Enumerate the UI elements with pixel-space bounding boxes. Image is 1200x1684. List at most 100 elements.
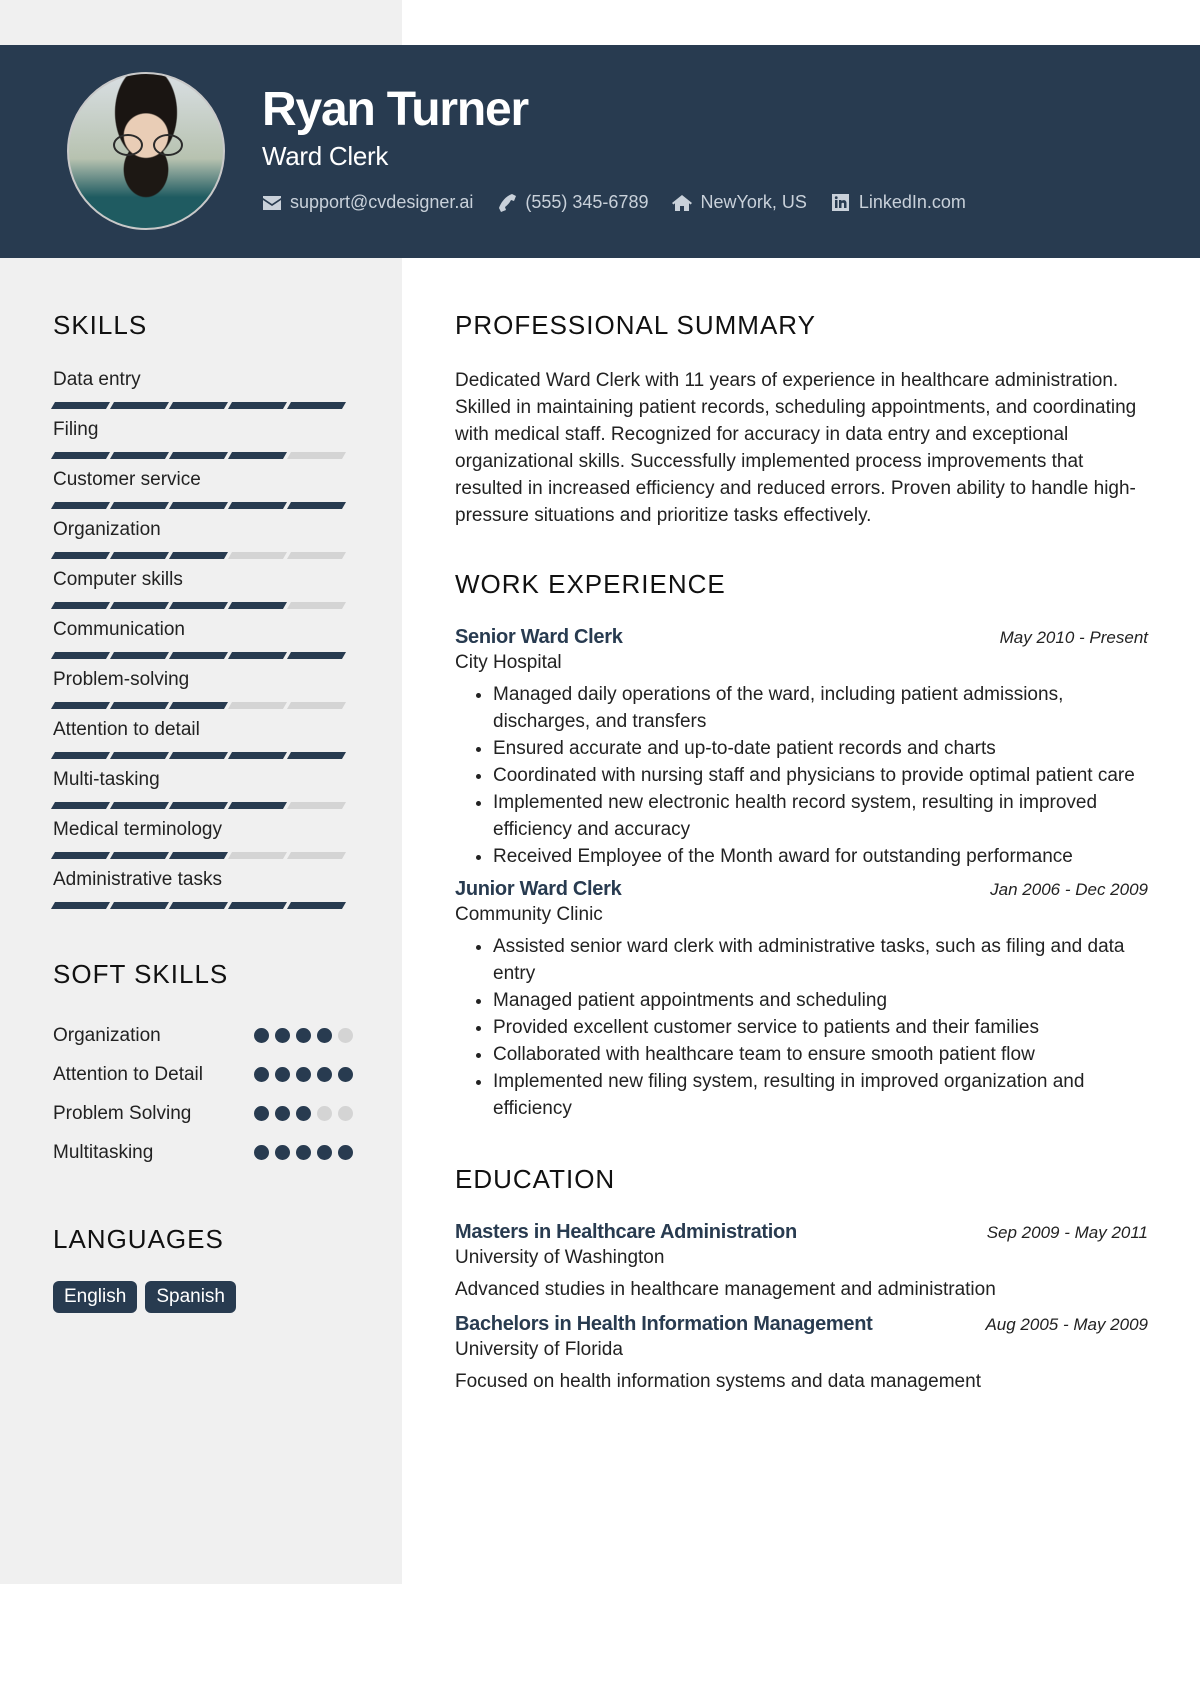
- skill-bar-filled: [286, 652, 347, 659]
- contact-linkedin-text: LinkedIn.com: [858, 192, 966, 212]
- skill-level-meter: [50, 452, 353, 459]
- skill-name: Multi-tasking: [53, 769, 160, 790]
- skill-bar-filled: [286, 502, 347, 509]
- skill-name: Attention to detail: [53, 719, 200, 740]
- education-dates: Aug 2005 - May 2009: [985, 1315, 1148, 1334]
- contact-linkedin[interactable]: LinkedIn.com: [831, 192, 966, 213]
- skill-bar-empty: [227, 852, 288, 859]
- soft-skills-list: Organization Attention to Detail Problem S…: [53, 1022, 353, 1166]
- skill-bar-filled: [168, 902, 229, 909]
- job-bullet: Implemented new electronic health record…: [493, 789, 1148, 843]
- soft-skill-name: Multitasking: [53, 1142, 154, 1163]
- job-bullets: Assisted senior ward clerk with administ…: [455, 933, 1148, 1122]
- skill-bar-filled: [168, 852, 229, 859]
- skill-bar-filled: [50, 802, 111, 809]
- skill-bar-filled: [168, 602, 229, 609]
- skill-bar-filled: [109, 402, 170, 409]
- contact-location-text: NewYork, US: [700, 192, 807, 212]
- skill-name: Problem-solving: [53, 669, 190, 690]
- rating-dot-filled: [254, 1106, 269, 1121]
- job-bullet: Ensured accurate and up-to-date patient …: [493, 735, 1148, 762]
- job-bullet: Received Employee of the Month award for…: [493, 843, 1148, 870]
- skill-bar-filled: [168, 752, 229, 759]
- resume-header: Ryan Turner Ward Clerk support@cvdesigne…: [0, 45, 1200, 258]
- degree-name: Bachelors in Health Information Manageme…: [455, 1313, 873, 1335]
- job-role: Senior Ward Clerk: [455, 626, 623, 648]
- skill-bar-empty: [286, 602, 347, 609]
- education-entry: Masters in Healthcare Administration Sep …: [455, 1221, 1148, 1301]
- job-bullets: Managed daily operations of the ward, in…: [455, 681, 1148, 870]
- job-organization: Community Clinic: [455, 904, 603, 925]
- job-bullet: Assisted senior ward clerk with administ…: [493, 933, 1148, 987]
- skill-bar-empty: [286, 452, 347, 459]
- skill-level-meter: [50, 902, 353, 909]
- education-entry: Bachelors in Health Information Manageme…: [455, 1313, 1148, 1393]
- soft-skill-name: Attention to Detail: [53, 1064, 203, 1085]
- soft-skill-name: Problem Solving: [53, 1103, 192, 1124]
- job-bullet: Provided excellent customer service to p…: [493, 1014, 1148, 1041]
- skill-bar-filled: [109, 902, 170, 909]
- main-content: PROFESSIONAL SUMMARY Dedicated Ward Cler…: [455, 258, 1148, 1393]
- skill-bar-filled: [50, 552, 111, 559]
- skill-name: Medical terminology: [53, 819, 222, 840]
- skill-bar-filled: [109, 702, 170, 709]
- skill-bar-filled: [227, 402, 288, 409]
- glasses-graphic: [113, 134, 183, 156]
- skill-bar-filled: [50, 902, 111, 909]
- contact-email[interactable]: support@cvdesigner.ai: [262, 192, 473, 213]
- skill-bar-empty: [286, 852, 347, 859]
- skill-bar-filled: [227, 752, 288, 759]
- skill-bar-filled: [50, 602, 111, 609]
- job-bullet: Managed patient appointments and schedul…: [493, 987, 1148, 1014]
- contact-phone[interactable]: (555) 345-6789: [497, 192, 648, 213]
- rating-dot-filled: [296, 1067, 311, 1082]
- skill-name: Organization: [53, 519, 161, 540]
- job-dates: Jan 2006 - Dec 2009: [990, 880, 1148, 899]
- contact-bar: support@cvdesigner.ai (555) 345-6789 New…: [262, 192, 990, 213]
- education-list: Masters in Healthcare Administration Sep …: [455, 1221, 1148, 1393]
- skill-item: Medical terminology: [50, 819, 353, 869]
- skill-bar-filled: [50, 852, 111, 859]
- skill-bar-filled: [50, 502, 111, 509]
- rating-dot-filled: [338, 1067, 353, 1082]
- skill-name: Administrative tasks: [53, 869, 222, 890]
- rating-dot-empty: [317, 1106, 332, 1121]
- skill-item: Data entry: [50, 369, 353, 419]
- skill-bar-filled: [286, 902, 347, 909]
- rating-dot-filled: [254, 1028, 269, 1043]
- sidebar: SKILLS Data entry Filing Customer service O…: [50, 258, 353, 1313]
- job-bullet: Managed daily operations of the ward, in…: [493, 681, 1148, 735]
- skill-bar-filled: [227, 652, 288, 659]
- skill-bar-empty: [286, 552, 347, 559]
- skill-bar-empty: [227, 552, 288, 559]
- phone-icon: [497, 193, 517, 212]
- rating-dot-filled: [254, 1067, 269, 1082]
- education-description: Focused on health information systems an…: [455, 1371, 981, 1392]
- soft-skill-name: Organization: [53, 1025, 161, 1046]
- skill-bar-filled: [50, 702, 111, 709]
- skill-bar-filled: [168, 702, 229, 709]
- skill-level-meter: [50, 502, 353, 509]
- skill-item: Multi-tasking: [50, 769, 353, 819]
- skill-level-meter: [50, 852, 353, 859]
- soft-skill-item: Attention to Detail: [53, 1061, 353, 1088]
- rating-dot-filled: [317, 1028, 332, 1043]
- education-dates: Sep 2009 - May 2011: [986, 1223, 1148, 1242]
- skill-bar-filled: [227, 502, 288, 509]
- envelope-icon: [262, 194, 282, 212]
- rating-dot-filled: [275, 1106, 290, 1121]
- soft-skill-rating: [254, 1145, 353, 1160]
- soft-skills-heading: SOFT SKILLS: [53, 959, 229, 989]
- skill-item: Attention to detail: [50, 719, 353, 769]
- skill-level-meter: [50, 552, 353, 559]
- skill-level-meter: [50, 602, 353, 609]
- skill-name: Customer service: [53, 469, 201, 490]
- soft-skill-rating: [254, 1106, 353, 1121]
- skill-level-meter: [50, 652, 353, 659]
- job-entry: Junior Ward Clerk Jan 2006 - Dec 2009 Comm…: [455, 878, 1148, 1122]
- rating-dot-filled: [275, 1067, 290, 1082]
- skill-bar-empty: [227, 702, 288, 709]
- skill-bar-filled: [168, 452, 229, 459]
- education-heading: EDUCATION: [455, 1164, 616, 1194]
- profile-photo: [67, 72, 225, 230]
